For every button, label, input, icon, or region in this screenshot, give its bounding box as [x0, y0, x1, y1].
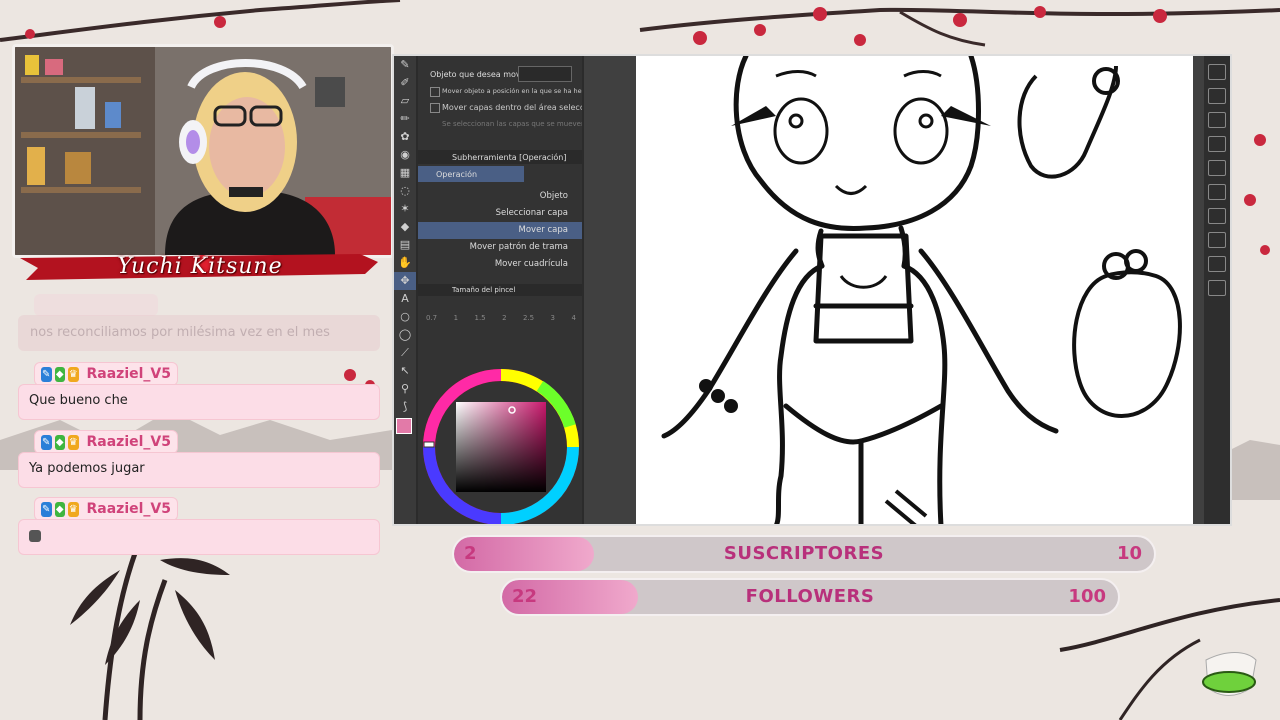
- brush-tool-icon[interactable]: ✐: [394, 74, 416, 92]
- chat-username-header: ✎ ◆ ♛ Raaziel_V5: [34, 497, 178, 521]
- canvas-area[interactable]: [584, 56, 1204, 524]
- subscribers-current: 2: [464, 543, 477, 564]
- drawing-app-window: ✎ ✐ ▱ ✏ ✿ ◉ ▦ ◌ ✶ ◆ ▤ ✋ ✥ A ○ ◯ ⟋ ↖ ⚲ ⟆ …: [392, 54, 1232, 526]
- brush-size-title: Tamaño del pincel: [452, 286, 516, 294]
- option-label-1: Mover objeto a posición en la que se ha …: [442, 87, 582, 95]
- chat-username-header: ✎ ◆ ♛ Raaziel_V5: [34, 430, 178, 454]
- subtool-group-label: Operación: [436, 170, 478, 179]
- subscribers-goal-title: SUSCRIPTORES: [723, 543, 885, 564]
- chat-username[interactable]: Raaziel_V5: [87, 366, 172, 382]
- subtool-title-bar: Subherramienta [Operación]: [418, 150, 582, 164]
- streamer-name: Yuchi Kitsune: [117, 254, 283, 279]
- emote-icon: [29, 529, 41, 542]
- brush-size-preset[interactable]: 1: [454, 314, 458, 322]
- balloon-tool-icon[interactable]: ◯: [394, 326, 416, 344]
- webcam-feed: [12, 44, 394, 258]
- option-checkbox-1[interactable]: [430, 87, 440, 97]
- panel-icon[interactable]: [1208, 256, 1226, 272]
- panel-icon[interactable]: [1208, 112, 1226, 128]
- followers-goal-bar: FOLLOWERS 22 100: [500, 578, 1120, 616]
- tool-panels: Objeto que desea mover Mover objeto a po…: [418, 56, 582, 524]
- operation-tool-icon[interactable]: ↖: [394, 362, 416, 380]
- marker-tool-icon[interactable]: ✏: [394, 110, 416, 128]
- drawing-canvas[interactable]: [636, 56, 1193, 524]
- panel-icon[interactable]: [1208, 184, 1226, 200]
- color-wheel[interactable]: [420, 366, 582, 526]
- right-side-bar: [1204, 56, 1230, 524]
- subtool-item[interactable]: Mover patrón de trama: [418, 239, 582, 256]
- followers-target: 100: [1068, 586, 1106, 607]
- subtool-item[interactable]: Objeto: [418, 188, 582, 205]
- subtool-item[interactable]: Mover cuadrícula: [418, 256, 582, 273]
- frame-tool-icon[interactable]: ▦: [394, 164, 416, 182]
- chat-username[interactable]: Raaziel_V5: [87, 434, 172, 450]
- main-color-swatch[interactable]: [396, 418, 412, 434]
- webcam-image: [15, 47, 391, 255]
- tool-property-header: Objeto que desea mover: [430, 70, 529, 79]
- brush-size-preset[interactable]: 3: [551, 314, 555, 322]
- shape-tool-icon[interactable]: ○: [394, 308, 416, 326]
- panel-icon[interactable]: [1208, 64, 1226, 80]
- gem-badge-icon: ◆: [54, 366, 65, 382]
- panel-icon[interactable]: [1208, 136, 1226, 152]
- decoration-tool-icon[interactable]: ✿: [394, 128, 416, 146]
- panel-icon[interactable]: [1208, 160, 1226, 176]
- gem-badge-icon: ◆: [54, 434, 65, 450]
- chat-message: Ya podemos jugar: [18, 452, 380, 488]
- subscribers-target: 10: [1116, 543, 1142, 564]
- chat-message: [18, 519, 380, 555]
- chat-username-header: ✎ ◆ ♛ Raaziel_V5: [34, 362, 178, 386]
- panel-icon[interactable]: [1208, 208, 1226, 224]
- chat-username[interactable]: Raaziel_V5: [87, 501, 172, 517]
- brush-size-preset[interactable]: 2: [502, 314, 506, 322]
- eyedropper-tool-icon[interactable]: ⟆: [394, 398, 416, 416]
- eraser-tool-icon[interactable]: ▱: [394, 92, 416, 110]
- hand-tool-icon[interactable]: ✋: [394, 254, 416, 272]
- followers-goal-title: FOLLOWERS: [745, 586, 875, 607]
- gem-badge-icon: ◆: [54, 501, 65, 517]
- toolbar: ✎ ✐ ▱ ✏ ✿ ◉ ▦ ◌ ✶ ◆ ▤ ✋ ✥ A ○ ◯ ⟋ ↖ ⚲ ⟆: [394, 56, 416, 524]
- wrench-badge-icon: ✎: [41, 366, 52, 382]
- followers-current: 22: [512, 586, 538, 607]
- brush-size-title-bar: Tamaño del pincel: [418, 284, 582, 296]
- lasso-tool-icon[interactable]: ◌: [394, 182, 416, 200]
- brush-size-preset[interactable]: 0.7: [426, 314, 437, 322]
- option-checkbox-2[interactable]: [430, 103, 440, 113]
- crown-badge-icon: ♛: [68, 366, 79, 382]
- option-label-3: Se seleccionan las capas que se mueven: [442, 120, 582, 128]
- subtool-group-tab[interactable]: Operación: [418, 166, 524, 182]
- chat-ghost-text: nos reconciliamos por milésima vez en el…: [30, 325, 330, 340]
- subtool-title: Subherramienta [Operación]: [452, 153, 567, 162]
- panel-icon[interactable]: [1208, 88, 1226, 104]
- subtool-item-selected[interactable]: Mover capa: [418, 222, 582, 239]
- chat-ghost-header: [34, 294, 158, 316]
- crown-badge-icon: ♛: [68, 501, 79, 517]
- panel-icon[interactable]: [1208, 232, 1226, 248]
- chibi-line-art: [661, 56, 1182, 524]
- ruler-tool-icon[interactable]: ⟋: [394, 344, 416, 362]
- gradient-tool-icon[interactable]: ▤: [394, 236, 416, 254]
- brush-size-preset[interactable]: 4: [571, 314, 575, 322]
- fill-tool-icon[interactable]: ◆: [394, 218, 416, 236]
- option-label-2: Mover capas dentro del área seleccionada: [442, 103, 582, 112]
- crown-badge-icon: ♛: [68, 434, 79, 450]
- mascot-logo: [1202, 652, 1257, 696]
- panel-icon[interactable]: [1208, 280, 1226, 296]
- brush-size-preset[interactable]: 2.5: [523, 314, 534, 322]
- subscribers-goal-bar: SUSCRIPTORES 2 10: [452, 535, 1156, 573]
- zoom-tool-icon[interactable]: ⚲: [394, 380, 416, 398]
- pen-tool-icon[interactable]: ✎: [394, 56, 416, 74]
- blend-tool-icon[interactable]: ◉: [394, 146, 416, 164]
- object-type-toggle[interactable]: [518, 66, 572, 82]
- subtool-item[interactable]: Seleccionar capa: [418, 205, 582, 222]
- wand-tool-icon[interactable]: ✶: [394, 200, 416, 218]
- move-tool-icon[interactable]: ✥: [394, 272, 416, 290]
- chat-message: Que bueno che: [18, 384, 380, 420]
- wrench-badge-icon: ✎: [41, 434, 52, 450]
- brush-size-presets: 0.7 1 1.5 2 2.5 3 4: [426, 314, 576, 322]
- text-tool-icon[interactable]: A: [394, 290, 416, 308]
- brush-size-preset[interactable]: 1.5: [474, 314, 485, 322]
- wrench-badge-icon: ✎: [41, 501, 52, 517]
